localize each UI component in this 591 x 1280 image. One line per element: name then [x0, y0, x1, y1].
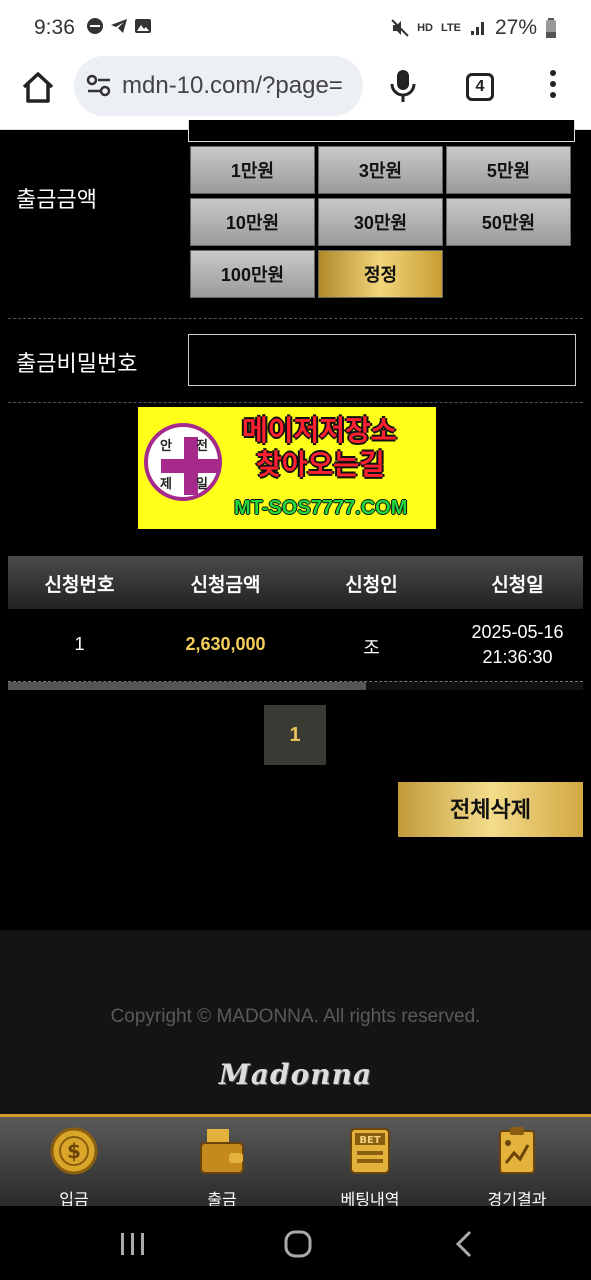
svg-text:BET: BET	[359, 1135, 380, 1146]
strategy-board-icon	[499, 1127, 535, 1174]
status-bar: 9:36 HD LTE 27%	[0, 0, 591, 56]
site-settings-icon[interactable]	[86, 74, 112, 98]
status-time: 9:36	[34, 16, 75, 39]
bet-slip-icon: BET	[350, 1128, 390, 1174]
header-applicant: 신청인	[345, 575, 398, 596]
table-header: 신청번호 신청금액 신청인 신청일	[8, 556, 583, 609]
home-icon[interactable]	[18, 68, 58, 108]
browser-menu-icon[interactable]	[546, 70, 560, 102]
coin-icon: $	[50, 1127, 98, 1175]
hd-voice-label: HD	[417, 22, 433, 34]
cell-date: 2025-05-16	[471, 622, 564, 642]
amount-button-1000000[interactable]: 100만원	[190, 250, 315, 298]
amount-label: 출금금액	[16, 187, 97, 212]
banner-domain: MT-SOS7777.COM	[234, 497, 408, 519]
nav-deposit[interactable]: $ 입금	[0, 1125, 148, 1210]
logo-char: 일	[196, 476, 208, 491]
delete-all-button[interactable]: 전체삭제	[398, 782, 583, 837]
back-icon[interactable]	[452, 1228, 476, 1260]
amount-button-50000[interactable]: 5만원	[446, 146, 571, 194]
notification-icons	[86, 17, 152, 35]
logo-char: 안	[160, 438, 172, 453]
microphone-icon[interactable]	[388, 66, 418, 106]
footer: Copyright © MADONNA. All rights reserved…	[0, 930, 591, 1116]
battery-icon	[546, 18, 556, 38]
nav-match-results[interactable]: 경기결과	[443, 1125, 591, 1210]
nav-withdraw[interactable]: 출금	[148, 1125, 296, 1210]
previous-input-field[interactable]	[188, 120, 575, 142]
signal-icon	[470, 22, 484, 35]
header-request-amount: 신청금액	[190, 575, 261, 596]
amount-button-500000[interactable]: 50만원	[446, 198, 571, 246]
reset-amount-button[interactable]: 정정	[318, 250, 443, 298]
logo-char: 제	[160, 476, 172, 491]
amount-button-30000[interactable]: 3만원	[318, 146, 443, 194]
madonna-logo: Madonna	[218, 1058, 373, 1091]
header-request-date: 신청일	[491, 575, 544, 596]
password-label: 출금비밀번호	[16, 351, 138, 376]
cell-time: 21:36:30	[482, 647, 553, 667]
lte-label: LTE	[441, 22, 461, 34]
mute-icon	[391, 19, 409, 37]
safety-first-logo: 안 전 제 일	[144, 423, 222, 501]
dnd-icon	[87, 18, 103, 34]
scrollbar-thumb[interactable]	[8, 682, 366, 690]
telegram-icon	[111, 19, 127, 33]
home-nav-icon[interactable]	[282, 1228, 314, 1260]
banner-line2: 찾아오는길	[256, 449, 385, 480]
url-text[interactable]: mdn-10.com/?page=	[122, 72, 354, 100]
page-button[interactable]: 1	[264, 705, 326, 765]
wallet-icon	[200, 1129, 244, 1174]
browser-toolbar: mdn-10.com/?page= 4	[0, 56, 591, 130]
address-bar[interactable]: mdn-10.com/?page=	[74, 56, 363, 116]
recent-apps-icon[interactable]	[118, 1230, 148, 1258]
cell-request-amount: 2,630,000	[185, 634, 266, 654]
system-navigation-bar	[0, 1206, 591, 1280]
horizontal-scrollbar[interactable]	[8, 682, 583, 690]
bottom-navigation: $ 입금 출금 BET 베팅내역 경기결과	[0, 1114, 591, 1209]
amount-button-300000[interactable]: 30만원	[318, 198, 443, 246]
status-right: HD LTE 27%	[391, 16, 557, 40]
svg-text:$: $	[67, 1139, 81, 1163]
tab-switcher-button[interactable]: 4	[466, 73, 494, 101]
header-request-no: 신청번호	[44, 575, 115, 596]
ad-banner[interactable]: 안 전 제 일 메이저저장소 찾아오는길 MT-SOS7777.COM	[138, 407, 436, 529]
divider	[8, 318, 583, 319]
nav-bet-history[interactable]: BET 베팅내역	[296, 1125, 444, 1210]
logo-char: 전	[196, 438, 208, 453]
amount-button-100000[interactable]: 10만원	[190, 198, 315, 246]
copyright-text: Copyright © MADONNA. All rights reserved…	[110, 1006, 481, 1027]
amount-button-10000[interactable]: 1만원	[190, 146, 315, 194]
gallery-icon	[135, 19, 151, 33]
battery-percent: 27%	[494, 16, 537, 39]
cell-applicant: 조	[363, 638, 380, 658]
cell-request-no: 1	[74, 634, 85, 654]
divider	[8, 402, 583, 403]
withdraw-password-input[interactable]	[188, 334, 576, 386]
